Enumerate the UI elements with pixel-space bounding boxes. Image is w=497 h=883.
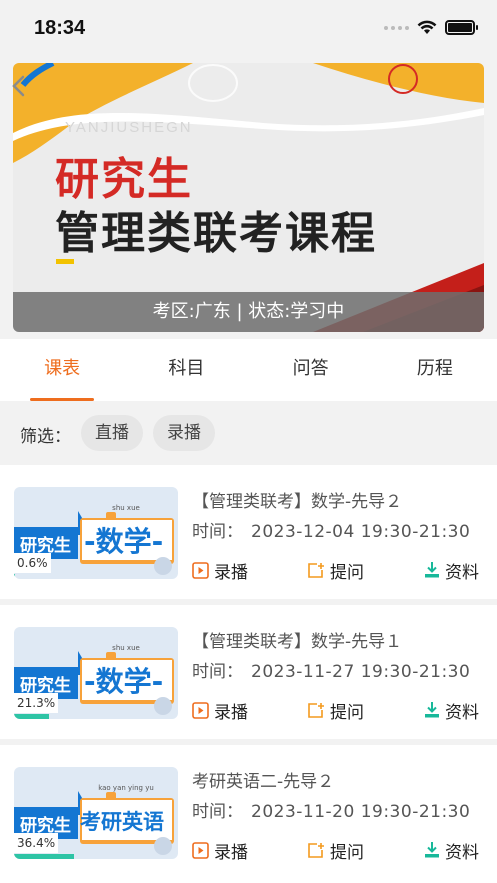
course-time: 时间： 2023-11-20 19:30-21:30 (192, 797, 470, 822)
course-title: 考研英语二-先导２ (192, 772, 335, 792)
download-icon (425, 842, 439, 858)
recorded-button[interactable]: 录播 (192, 558, 248, 583)
status-time: 18:34 (34, 17, 86, 39)
course-banner: YANJIUSHEGN 研究生 管理类联考课程 考区:广东 | 状态:学习中 (13, 63, 484, 332)
thumbnail-pinyin: shu xue (112, 644, 140, 652)
wifi-icon (417, 20, 437, 34)
ask-question-button[interactable]: 提问 (307, 838, 364, 863)
course-time-value: 2023-12-04 19:30-21:30 (251, 522, 471, 542)
filter-label: 筛选： (20, 427, 71, 447)
course-time-label: 时间： (192, 662, 243, 682)
course-card[interactable]: shu xue 研究生 -数学- 21.3% 【管理类联考】数学-先导１ 时间：… (0, 605, 497, 739)
ask-question-button[interactable]: 提问 (307, 698, 364, 723)
course-time: 时间： 2023-12-04 19:30-21:30 (192, 517, 470, 542)
thumbnail-label-right: 考研英语 (80, 810, 164, 834)
progress-label: 0.6% (14, 553, 51, 573)
recorded-label: 录播 (214, 562, 248, 583)
tab-bar: 课表 科目 问答 历程 (0, 339, 497, 401)
materials-label: 资料 (445, 562, 479, 583)
recorded-button[interactable]: 录播 (192, 698, 248, 723)
back-arrow-icon[interactable] (8, 74, 30, 98)
thumbnail-label-right: -数学- (84, 665, 164, 698)
thumbnail-pinyin: shu xue (112, 504, 140, 512)
banner-accent-bar (56, 259, 74, 264)
materials-button[interactable]: 资料 (424, 838, 479, 863)
course-thumbnail: kao yan ying yu 研究生 考研英语 36.4% (14, 767, 178, 859)
ask-icon (308, 562, 324, 578)
recorded-button[interactable]: 录播 (192, 838, 248, 863)
ask-icon (308, 702, 324, 718)
progress-label: 36.4% (14, 833, 59, 853)
ask-question-button[interactable]: 提问 (307, 558, 364, 583)
course-time-label: 时间： (192, 802, 243, 822)
course-time-value: 2023-11-27 19:30-21:30 (251, 662, 471, 682)
status-bar: 18:34 (0, 0, 497, 60)
course-thumbnail: shu xue 研究生 -数学- 21.3% (14, 627, 178, 719)
course-time-value: 2023-11-20 19:30-21:30 (251, 802, 471, 822)
course-time-label: 时间： (192, 522, 243, 542)
recorded-label: 录播 (214, 842, 248, 863)
play-icon (192, 561, 209, 579)
course-card[interactable]: shu xue 研究生 -数学- 0.6% 【管理类联考】数学-先导２ 时间： 2… (0, 465, 497, 599)
signal-icon (384, 25, 409, 30)
progress-bar (14, 714, 178, 719)
course-time: 时间： 2023-11-27 19:30-21:30 (192, 657, 470, 682)
progress-bar (14, 574, 178, 579)
course-title: 【管理类联考】数学-先导２ (192, 492, 403, 512)
materials-label: 资料 (445, 842, 479, 863)
tab-subjects[interactable]: 科目 (124, 339, 248, 401)
thumbnail-label-right: -数学- (84, 525, 164, 558)
play-icon (192, 701, 209, 719)
battery-icon (445, 20, 478, 35)
materials-label: 资料 (445, 702, 479, 723)
download-icon (425, 702, 439, 718)
filter-bar: 筛选： 直播 录播 (0, 401, 497, 463)
ask-icon (308, 842, 324, 858)
materials-button[interactable]: 资料 (424, 558, 479, 583)
materials-button[interactable]: 资料 (424, 698, 479, 723)
tab-qa[interactable]: 问答 (249, 339, 373, 401)
banner-watermark: YANJIUSHEGN (65, 119, 193, 136)
banner-info-strip: 考区:广东 | 状态:学习中 (13, 292, 484, 332)
thumbnail-pinyin: kao yan ying yu (98, 784, 154, 792)
ask-label: 提问 (330, 562, 364, 583)
filter-chip-live[interactable]: 直播 (81, 415, 143, 451)
tab-history[interactable]: 历程 (373, 339, 497, 401)
banner-title-line2: 管理类联考课程 (55, 208, 377, 259)
course-thumbnail: shu xue 研究生 -数学- 0.6% (14, 487, 178, 579)
download-icon (425, 562, 439, 578)
play-icon (192, 841, 209, 859)
status-icons (384, 20, 478, 35)
progress-label: 21.3% (14, 693, 59, 713)
course-card[interactable]: kao yan ying yu 研究生 考研英语 36.4% 考研英语二-先导２… (0, 745, 497, 879)
ask-label: 提问 (330, 842, 364, 863)
filter-chip-recorded[interactable]: 录播 (153, 415, 215, 451)
ask-label: 提问 (330, 702, 364, 723)
progress-bar (14, 854, 178, 859)
recorded-label: 录播 (214, 702, 248, 723)
bottom-edge (0, 876, 497, 883)
tab-schedule[interactable]: 课表 (0, 339, 124, 401)
course-title: 【管理类联考】数学-先导１ (192, 632, 403, 652)
